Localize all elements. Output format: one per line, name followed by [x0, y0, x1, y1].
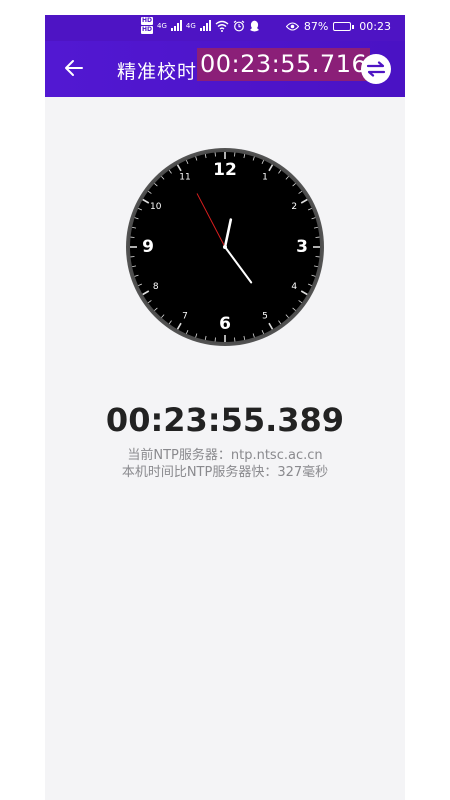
qq-icon	[249, 20, 259, 31]
clock-face: 123691245781011	[126, 148, 324, 346]
switch-button[interactable]	[361, 54, 391, 84]
clock-numeral: 6	[219, 314, 231, 334]
hd-badge-1: HD	[141, 17, 154, 25]
digital-time: 00:23:55.389	[105, 401, 345, 439]
status-bar: HD HD 4G 4G 87% 00:23	[45, 15, 405, 41]
toolbar-current-time: 00:23:55.716	[197, 48, 371, 81]
hd-badges: HD HD	[141, 17, 154, 34]
hd-badge-2: HD	[141, 26, 154, 34]
clock-center-dot	[223, 245, 227, 249]
back-arrow-icon[interactable]	[61, 55, 87, 81]
swap-arrows-icon	[366, 61, 386, 77]
page-title: 精准校时	[117, 61, 198, 83]
clock-numeral: 10	[150, 202, 162, 212]
clock-numeral: 9	[142, 237, 154, 257]
analog-clock: 12 3 6 9 1 2 4 5 7 8 10 11	[125, 147, 325, 347]
clock-numeral: 12	[213, 160, 237, 180]
clock-numeral: 11	[179, 173, 190, 183]
clock-numeral: 2	[291, 202, 297, 212]
app-toolbar: 精准校时 00:23:55.716	[45, 41, 405, 97]
clock-numeral: 5	[262, 311, 268, 321]
signal-icon	[170, 20, 182, 31]
signal-icon-2	[199, 20, 211, 31]
battery-percent: 87%	[303, 20, 329, 33]
clock-numeral: 1	[262, 173, 268, 183]
network-label-2: 4G	[185, 21, 196, 30]
clock-numeral: 3	[296, 237, 308, 257]
clock-numeral: 4	[291, 282, 297, 292]
app-screen: HD HD 4G 4G 87% 00:23 精准校时 00:23:55.716 …	[45, 15, 405, 800]
alarm-icon	[233, 20, 245, 31]
clock-numeral: 8	[153, 282, 159, 292]
status-time: 00:23	[359, 20, 391, 33]
eye-icon	[285, 22, 299, 31]
battery-icon	[333, 22, 355, 31]
time-offset-text: 本机时间比NTP服务器快：327毫秒	[121, 465, 329, 480]
network-label-1: 4G	[157, 21, 167, 30]
status-right-icons: 87% 00:23	[285, 20, 391, 33]
clock-numeral: 7	[182, 311, 188, 321]
status-left-icons: HD HD 4G 4G	[141, 17, 260, 34]
wifi-icon	[215, 20, 229, 32]
